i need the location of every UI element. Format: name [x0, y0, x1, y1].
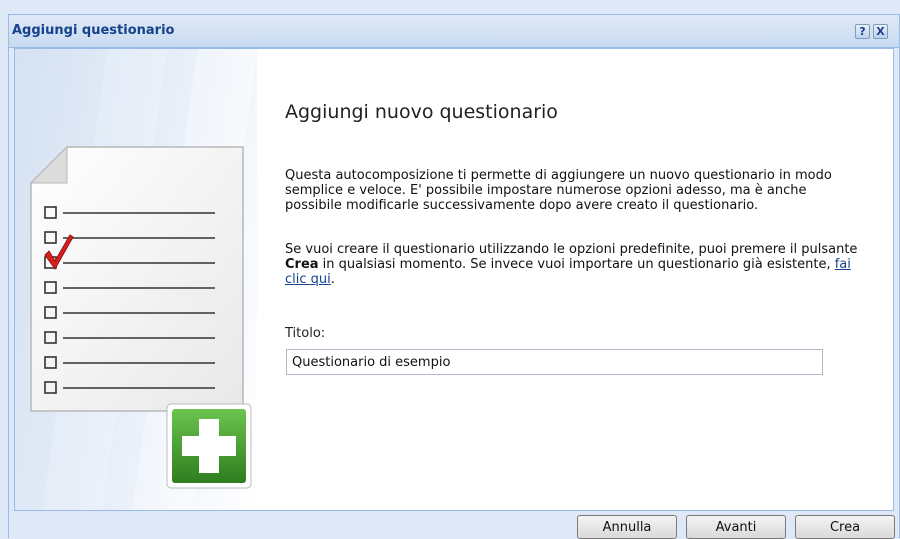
title-field-label: Titolo: — [285, 326, 326, 341]
description-paragraph: Questa autocomposizione ti permette di a… — [285, 168, 832, 213]
title-bar[interactable]: Aggiungi questionario ? X — [9, 15, 899, 48]
instructions-text: Se vuoi creare il questionario utilizzan… — [285, 242, 858, 257]
close-icon[interactable]: X — [873, 24, 888, 39]
cancel-button[interactable]: Annulla — [577, 515, 677, 539]
page-heading: Aggiungi nuovo questionario — [285, 101, 558, 123]
instructions-text: . — [330, 272, 335, 287]
instructions-paragraph: Se vuoi creare il questionario utilizzan… — [285, 242, 865, 287]
help-icon[interactable]: ? — [855, 24, 870, 39]
dialog-title: Aggiungi questionario — [12, 23, 175, 38]
dialog-window: Aggiungi questionario ? X Aggiungi nuovo… — [8, 14, 900, 539]
title-input[interactable] — [286, 349, 823, 375]
instructions-text: in qualsiasi momento. Se invece vuoi imp… — [318, 257, 835, 272]
illustration-panel — [15, 49, 258, 510]
crea-emphasis: Crea — [285, 257, 319, 272]
dialog-body: Aggiungi nuovo questionario Questa autoc… — [14, 48, 894, 511]
next-button[interactable]: Avanti — [686, 515, 786, 539]
create-button[interactable]: Crea — [795, 515, 895, 539]
plus-badge-icon — [166, 403, 252, 489]
questionnaire-document-icon — [29, 145, 252, 489]
button-bar: Annulla Avanti Crea — [9, 511, 899, 539]
